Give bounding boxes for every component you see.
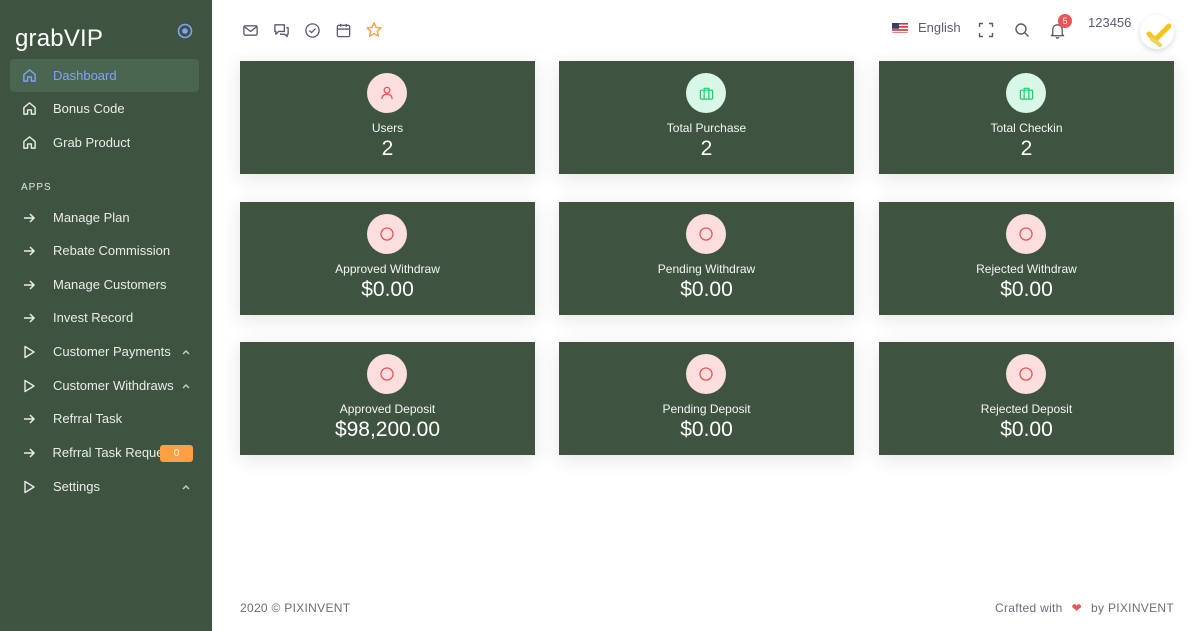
home-icon [21,101,37,117]
arrow-right-icon [21,210,37,226]
chevron-up-icon[interactable] [181,480,191,490]
sidebar-item-dashboard[interactable]: Dashboard [10,59,199,92]
arrow-right-icon [21,277,37,293]
stat-title: Approved Deposit [339,402,436,416]
sidebar-item-label: Manage Plan [53,210,130,225]
circle-icon [367,214,407,254]
sidebar: grabVIP Dashboard Bonus Code Grab Produc… [0,0,212,631]
stat-card-approved-deposit[interactable]: Approved Deposit $98,200.00 [240,342,535,455]
stat-card-users[interactable]: Users 2 [240,61,535,174]
stat-title: Rejected Withdraw [976,262,1077,276]
stat-title: Pending Deposit [662,402,751,416]
sidebar-item-manage-customers[interactable]: Manage Customers [10,268,199,301]
stat-title: Total Purchase [666,121,747,135]
stat-title: Total Checkin [990,121,1063,135]
sidebar-item-label: Rebate Commission [53,243,171,258]
stat-value: 2 [1020,137,1033,160]
check-circle-icon[interactable] [303,21,321,39]
us-flag-icon [892,22,908,33]
stat-value: $0.00 [1000,278,1053,301]
language-label: English [918,20,961,35]
sidebar-item-invest-record[interactable]: Invest Record [10,301,199,334]
stat-value: $0.00 [680,278,733,301]
stat-title: Approved Withdraw [335,262,440,276]
sidebar-item-refrral-task-requests[interactable]: Refrral Task Reque [10,436,160,469]
pending-count-badge: 0 [160,445,193,462]
calendar-icon[interactable] [334,21,352,39]
arrow-right-icon [21,411,37,427]
briefcase-icon [686,73,726,113]
play-icon [21,344,37,360]
sidebar-toggle-icon[interactable] [177,23,193,39]
footer-copyright: 2020 © PIXINVENT [240,601,351,615]
search-icon[interactable] [1013,21,1031,39]
stat-card-pending-deposit[interactable]: Pending Deposit $0.00 [559,342,854,455]
stat-card-total-checkin[interactable]: Total Checkin 2 [879,61,1174,174]
play-icon [21,479,37,495]
sidebar-item-manage-plan[interactable]: Manage Plan [10,201,199,234]
circle-icon [367,354,407,394]
sidebar-item-label: Refrral Task Reque [52,445,160,460]
sidebar-item-bonus-code[interactable]: Bonus Code [10,92,199,125]
brand-logo[interactable]: grabVIP [15,25,103,53]
stat-title: Pending Withdraw [657,262,756,276]
stat-value: $0.00 [361,278,414,301]
sidebar-item-customer-withdraws[interactable]: Customer Withdraws [10,369,199,402]
sidebar-section-title: APPS [21,182,52,193]
sidebar-item-settings[interactable]: Settings [10,470,199,503]
stat-value: $98,200.00 [334,418,441,441]
circle-icon [686,354,726,394]
footer-credit: Crafted with ❤ by PIXINVENT [995,601,1174,615]
stat-card-rejected-withdraw[interactable]: Rejected Withdraw $0.00 [879,202,1174,315]
sidebar-item-label: Refrral Task [53,411,123,426]
arrow-right-icon [21,445,36,461]
chevron-up-icon[interactable] [181,379,191,389]
home-icon [21,68,37,84]
chat-icon[interactable] [272,21,290,39]
stat-value: 2 [381,137,394,160]
briefcase-icon [1006,73,1046,113]
stat-title: Rejected Deposit [980,402,1073,416]
play-icon [21,378,37,394]
mail-icon[interactable] [241,21,259,39]
circle-icon [1006,354,1046,394]
sidebar-item-label: Dashboard [53,68,117,83]
user-icon [367,73,407,113]
sidebar-item-label: Grab Product [53,135,131,150]
stat-value: $0.00 [680,418,733,441]
top-navbar: English 5 123456 [212,0,1200,58]
arrow-right-icon [21,310,37,326]
chevron-up-icon[interactable] [181,345,191,355]
footer-crafted-suffix: by PIXINVENT [1091,601,1174,615]
star-icon[interactable] [365,21,383,39]
heart-icon: ❤ [1071,601,1083,615]
sidebar-item-label: Invest Record [53,310,134,325]
avatar[interactable] [1140,15,1174,49]
sidebar-item-grab-product[interactable]: Grab Product [10,126,199,159]
stat-card-approved-withdraw[interactable]: Approved Withdraw $0.00 [240,202,535,315]
sidebar-item-refrral-task[interactable]: Refrral Task [10,402,199,435]
notification-badge: 5 [1058,14,1072,28]
stat-value: 2 [700,137,713,160]
stat-title: Users [371,121,404,135]
sidebar-item-label: Bonus Code [53,101,125,116]
stat-value: $0.00 [1000,418,1053,441]
sidebar-item-label: Customer Withdraws [53,378,174,393]
sidebar-item-label: Customer Payments [53,344,171,359]
sidebar-item-label: Settings [53,479,100,494]
stat-card-pending-withdraw[interactable]: Pending Withdraw $0.00 [559,202,854,315]
stat-card-rejected-deposit[interactable]: Rejected Deposit $0.00 [879,342,1174,455]
language-selector[interactable]: English [892,20,961,35]
stat-card-total-purchase[interactable]: Total Purchase 2 [559,61,854,174]
sidebar-item-rebate-commission[interactable]: Rebate Commission [10,234,199,267]
sidebar-item-customer-payments[interactable]: Customer Payments [10,335,199,368]
sidebar-item-label: Manage Customers [53,277,167,292]
footer-crafted-prefix: Crafted with [995,601,1063,615]
home-icon [21,135,37,151]
circle-icon [1006,214,1046,254]
arrow-right-icon [21,243,37,259]
circle-icon [686,214,726,254]
fullscreen-icon[interactable] [977,21,995,39]
user-name[interactable]: 123456 [1088,15,1131,30]
